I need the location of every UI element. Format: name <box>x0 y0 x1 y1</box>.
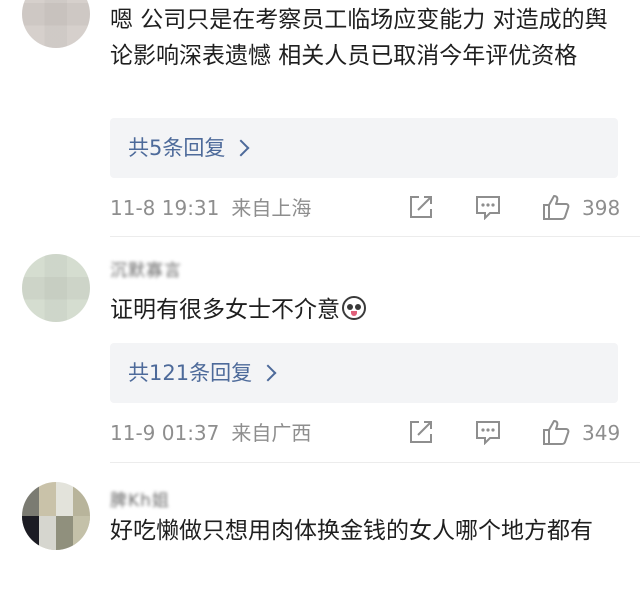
username[interactable]: 脾Kh姐 <box>110 486 170 511</box>
comment-location: 来自上海 <box>231 196 312 220</box>
comment-text: 证明有很多女士不介意 <box>110 292 620 328</box>
chevron-right-icon <box>259 364 277 382</box>
view-replies-link[interactable]: 共121条回复 <box>128 343 277 403</box>
reply-link-label: 共5条回复 <box>128 136 226 160</box>
avatar[interactable] <box>22 254 90 322</box>
avatar[interactable] <box>22 482 90 550</box>
thumbs-up-icon[interactable] <box>542 193 570 221</box>
share-icon[interactable] <box>408 194 434 220</box>
comment-meta: 11-8 19:31 来自上海 <box>110 196 323 220</box>
chevron-right-icon <box>232 139 250 157</box>
comment-date: 11-8 19:31 <box>110 196 220 220</box>
like-count: 349 <box>582 421 621 445</box>
comment-icon[interactable] <box>475 419 501 445</box>
like-count: 398 <box>582 196 621 220</box>
reply-box[interactable]: 共5条回复 <box>110 118 618 178</box>
comment-location: 来自广西 <box>231 421 312 445</box>
username[interactable]: 沉默寡言 <box>110 256 182 281</box>
comment-text-body: 证明有很多女士不介意 <box>110 297 340 323</box>
view-replies-link[interactable]: 共5条回复 <box>128 118 250 178</box>
avatar[interactable] <box>22 0 90 48</box>
reply-link-label: 共121条回复 <box>128 361 253 385</box>
reply-box[interactable]: 共121条回复 <box>110 343 618 403</box>
comment-meta: 11-9 01:37 来自广西 <box>110 421 323 445</box>
panda-face-emoji-icon <box>342 296 366 320</box>
comment-text: 嗯 公司只是在考察员工临场应变能力 对造成的舆论影响深表遗憾 相关人员已取消今年… <box>110 7 608 69</box>
comment-icon[interactable] <box>475 194 501 220</box>
thumbs-up-icon[interactable] <box>542 418 570 446</box>
comment-date: 11-9 01:37 <box>110 421 220 445</box>
share-icon[interactable] <box>408 419 434 445</box>
divider <box>110 236 640 237</box>
divider <box>110 462 640 463</box>
comment-text: 好吃懒做只想用肉体换金钱的女人哪个地方都有 <box>110 518 593 544</box>
